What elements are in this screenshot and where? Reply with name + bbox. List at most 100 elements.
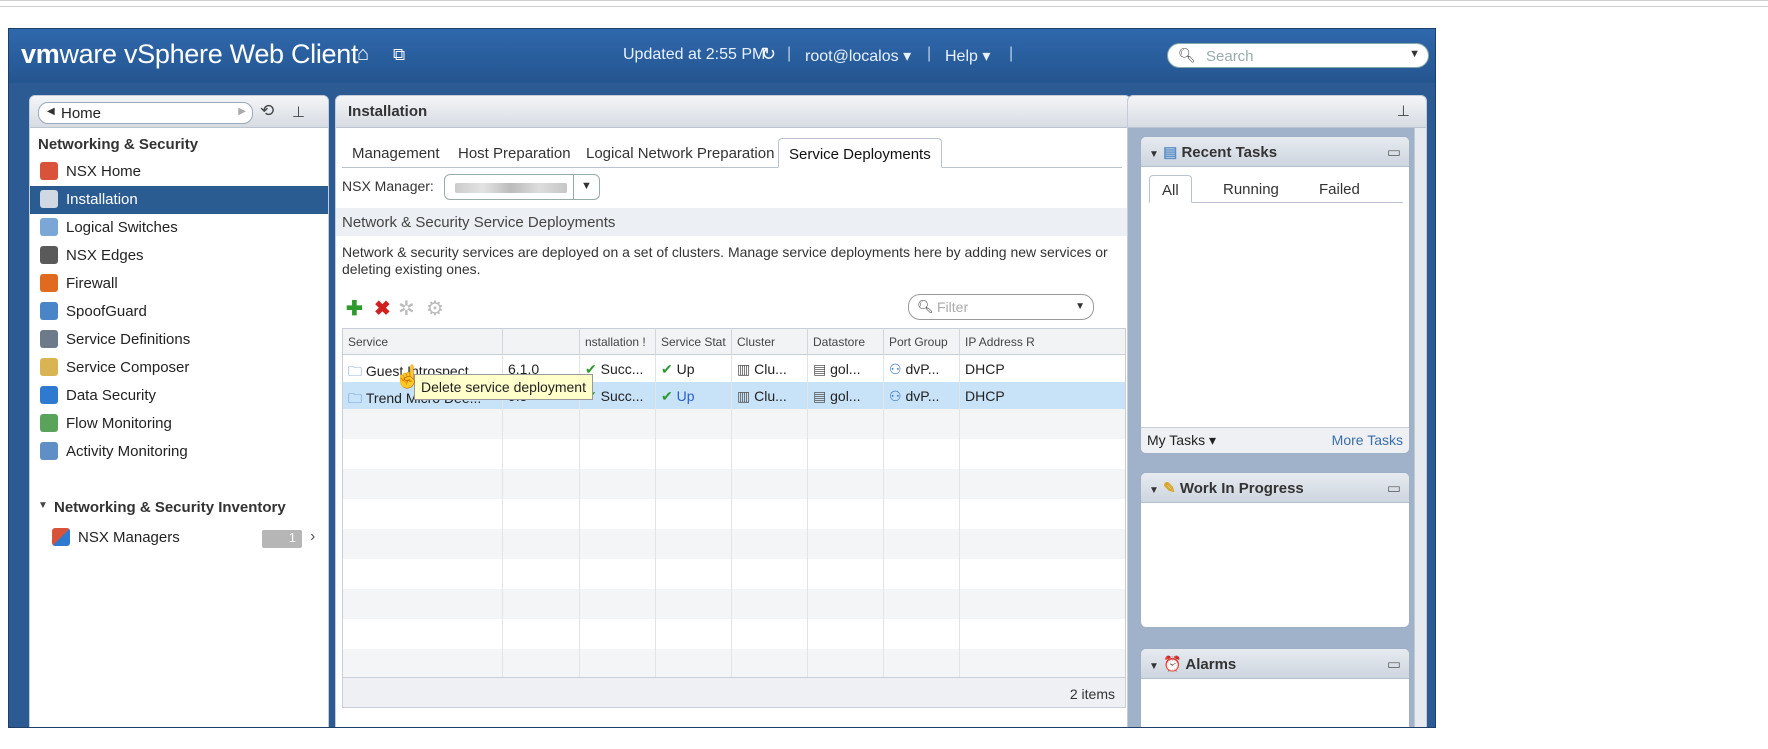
delete-icon[interactable]: ✖ [374, 296, 391, 321]
more-tasks-link[interactable]: More Tasks [1332, 432, 1403, 448]
right-scrollbar[interactable] [1414, 128, 1426, 727]
pin-icon[interactable]: ⊥ [292, 103, 305, 121]
cell-icon: ▥ [737, 361, 755, 377]
recent-tasks-header[interactable]: ▼ ▤ Recent Tasks ▭ [1141, 137, 1409, 167]
tab-all[interactable]: All [1149, 175, 1192, 203]
expand-icon: ▼ [38, 500, 48, 511]
chevron-down-icon[interactable]: ▼ [1075, 301, 1085, 312]
sidebar-item-service-composer[interactable]: Service Composer [30, 354, 328, 382]
section-title: Networking & Security [38, 136, 199, 153]
brand-logo: vmware vSphere Web Client [21, 39, 359, 69]
empty-row [343, 589, 1125, 619]
sidebar-item-activity-monitoring[interactable]: Activity Monitoring [30, 438, 328, 466]
collapse-icon: ▼ [1149, 661, 1159, 672]
work-in-progress-icon: ✎ [1163, 480, 1176, 497]
table-cell-cluster: ▥ Clu... [732, 355, 808, 382]
cell-text: Up [676, 361, 695, 377]
recent-tasks-tabs: All Running Failed [1149, 175, 1403, 203]
sidebar-item-firewall[interactable]: Firewall [30, 270, 328, 298]
user-menu[interactable]: root@localos ▾ [805, 46, 911, 66]
minimize-icon[interactable]: ▭ [1387, 143, 1401, 161]
collapse-icon: ▼ [1149, 149, 1159, 160]
tab-host-preparation[interactable]: Host Preparation [448, 138, 581, 168]
sidebar-item-label: Logical Switches [66, 219, 178, 236]
item-count: 2 items [343, 677, 1125, 707]
redacted-value [455, 183, 567, 193]
tab-service-deployments[interactable]: Service Deployments [778, 138, 942, 168]
chevron-down-icon[interactable]: ▼ [573, 175, 599, 199]
column-header-port-group[interactable]: Port Group [884, 329, 960, 355]
column-header-service[interactable]: Service [343, 329, 503, 355]
minimize-icon[interactable]: ▭ [1387, 655, 1401, 673]
filter-input[interactable]: 🔍︎ Filter ▼ [908, 294, 1094, 320]
column-divider [883, 355, 884, 677]
sidebar-item-installation[interactable]: Installation [30, 186, 328, 214]
home-button[interactable]: ◀ Home ▶ [38, 102, 253, 124]
tab-failed[interactable]: Failed [1307, 175, 1372, 203]
add-icon[interactable]: ✚ [346, 296, 363, 321]
spoofguard-icon [40, 302, 58, 320]
help-menu[interactable]: Help ▾ [945, 46, 990, 66]
sidebar-item-label: NSX Home [66, 163, 142, 180]
my-tasks-dropdown[interactable]: My Tasks ▾ [1147, 432, 1216, 448]
history-icon[interactable]: ⟲ [260, 101, 274, 121]
hand-cursor-icon: ☝ [394, 364, 422, 389]
table-header: Service nstallation ! Service Stat Clust… [343, 329, 1125, 355]
search-icon: 🔍︎ [917, 299, 934, 314]
cell-icon: ▤ [813, 361, 831, 377]
work-in-progress-header[interactable]: ▼ ✎ Work In Progress ▭ [1141, 473, 1409, 503]
sidebar-item-logical-switches[interactable]: Logical Switches [30, 214, 328, 242]
column-header-service-status[interactable]: Service Stat [656, 329, 732, 355]
column-header-installation-status[interactable]: nstallation ! [580, 329, 656, 355]
pin-icon[interactable]: ⊥ [1397, 102, 1410, 120]
sidebar-item-label: SpoofGuard [66, 303, 147, 320]
tab-running[interactable]: Running [1211, 175, 1291, 203]
column-header-datastore[interactable]: Datastore [808, 329, 884, 355]
recent-tasks-footer: My Tasks ▾ More Tasks [1141, 427, 1409, 453]
edit-icon[interactable]: ⚙ [426, 296, 444, 321]
search-input[interactable]: 🔍︎ Search ▼ [1167, 43, 1429, 68]
cell-text: Succ... [600, 388, 644, 404]
activity-monitoring-icon [40, 442, 58, 460]
refresh-icon[interactable]: ↻ [761, 44, 776, 65]
sidebar-item-nsx-managers[interactable]: NSX Managers 1 › [30, 524, 328, 552]
column-divider [502, 355, 503, 677]
cell-text: DHCP [965, 361, 1005, 377]
sidebar-item-service-definitions[interactable]: Service Definitions [30, 326, 328, 354]
inventory-heading[interactable]: ▼ Networking & Security Inventory [30, 494, 328, 522]
logical-switches-icon [40, 218, 58, 236]
column-header-version[interactable] [503, 329, 580, 355]
collapse-icon: ▼ [1149, 485, 1159, 496]
sidebar-item-nsx-home[interactable]: NSX Home [30, 158, 328, 186]
empty-row [343, 499, 1125, 529]
filter-placeholder: Filter [937, 299, 969, 315]
separator: | [787, 45, 792, 62]
tab-management[interactable]: Management [342, 138, 450, 168]
chevron-down-icon[interactable]: ▼ [1409, 48, 1420, 60]
tab-logical-network-preparation[interactable]: Logical Network Preparation [576, 138, 784, 168]
chevron-right-icon[interactable]: › [310, 528, 315, 546]
back-icon: ◀ [47, 106, 55, 117]
column-divider [579, 355, 580, 677]
sidebar-item-label: NSX Edges [66, 247, 144, 264]
sidebar-item-data-security[interactable]: Data Security [30, 382, 328, 410]
column-header-ip-address-range[interactable]: IP Address R [960, 329, 1125, 355]
minimize-icon[interactable]: ▭ [1387, 479, 1401, 497]
empty-row [343, 649, 1125, 679]
sidebar-item-spoofguard[interactable]: SpoofGuard [30, 298, 328, 326]
updated-time: Updated at 2:55 PM [623, 46, 766, 63]
home-icon[interactable]: ⌂ [357, 43, 369, 66]
new-window-icon[interactable]: ⧉ [393, 45, 405, 65]
upgrade-icon[interactable]: ✲ [398, 296, 415, 321]
recent-tasks-box: ▼ ▤ Recent Tasks ▭ All Running Failed My… [1140, 136, 1410, 454]
alarms-header[interactable]: ▼ ⏰ Alarms ▭ [1141, 649, 1409, 679]
search-icon: 🔍︎ [1178, 47, 1196, 63]
cell-icon: ⚇ [889, 388, 906, 404]
cell-text: dvP... [905, 361, 940, 377]
sidebar-item-nsx-edges[interactable]: NSX Edges [30, 242, 328, 270]
cell-text: gol... [830, 361, 861, 377]
column-header-cluster[interactable]: Cluster [732, 329, 808, 355]
sidebar-item-flow-monitoring[interactable]: Flow Monitoring [30, 410, 328, 438]
nsx-manager-select[interactable]: ▼ [444, 174, 600, 200]
column-divider [959, 355, 960, 677]
